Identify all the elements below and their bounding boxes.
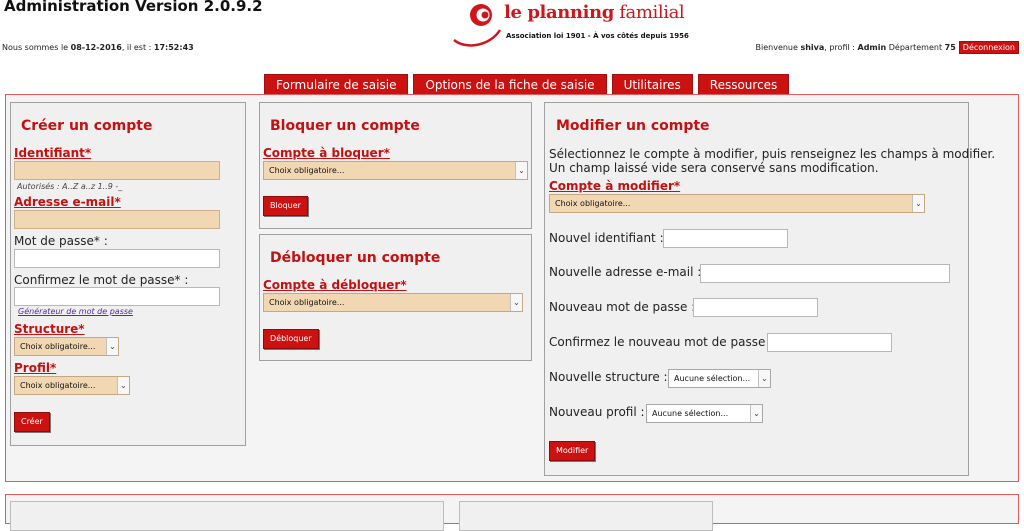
password-input[interactable]	[14, 249, 220, 268]
new-identifiant-input[interactable]	[663, 229, 788, 248]
block-account-select[interactable]: Choix obligatoire... ⌄	[263, 161, 528, 180]
structure-select[interactable]: Choix obligatoire... ⌄	[14, 337, 119, 356]
modify-account-title: Modifier un compte	[556, 118, 710, 134]
new-email-input[interactable]	[700, 264, 950, 283]
menu-formulaire-de-saisie[interactable]: Formulaire de saisie	[264, 74, 409, 94]
chevron-down-icon: ⌄	[510, 294, 522, 311]
chevron-down-icon: ⌄	[106, 338, 118, 355]
new-structure-label: Nouvelle structure :	[549, 370, 668, 384]
welcome-bar: Bienvenue shiva, profil : Admin Départem…	[756, 41, 1019, 54]
confirm-new-password-input[interactable]	[767, 333, 892, 352]
unblock-account-panel: Débloquer un compte Compte à débloquer* …	[259, 234, 532, 361]
create-button[interactable]: Créer	[14, 412, 50, 432]
new-password-label: Nouveau mot de passe :	[549, 300, 696, 314]
create-account-title: Créer un compte	[21, 118, 153, 134]
identifiant-input[interactable]	[14, 161, 220, 180]
new-structure-select[interactable]: Aucune sélection... ⌄	[668, 369, 771, 388]
new-email-label: Nouvelle adresse e-mail :	[549, 265, 702, 279]
new-identifiant-label: Nouvel identifiant :	[549, 231, 664, 245]
modify-instructions-line2: Un champ laissé vide sera conservé sans …	[549, 161, 879, 175]
modify-account-select[interactable]: Choix obligatoire... ⌄	[549, 194, 925, 213]
unblock-button[interactable]: Débloquer	[263, 329, 319, 349]
logo-tagline: Association loi 1901 - À vos côtés depui…	[506, 32, 689, 40]
confirm-password-input[interactable]	[14, 287, 220, 306]
planning-familial-logo: le planning familial Association loi 190…	[450, 0, 710, 48]
menu-ressources[interactable]: Ressources	[697, 74, 790, 94]
identifiant-hint: Autorisés : A..Z a..z 1..9 -_	[17, 182, 123, 191]
secondary-panel-left	[10, 501, 444, 531]
create-account-panel: Créer un compte Identifiant* Autorisés :…	[10, 102, 246, 446]
unblock-account-label: Compte à débloquer*	[263, 278, 407, 292]
current-datetime: Nous sommes le 08-12-2016, il est : 17:5…	[2, 43, 194, 52]
profile-select[interactable]: Choix obligatoire... ⌄	[14, 376, 130, 395]
app-title: Administration Version 2.0.9.2	[4, 0, 263, 15]
main-menu: Formulaire de saisie Options de la fiche…	[264, 74, 794, 94]
chevron-down-icon: ⌄	[750, 405, 762, 422]
unblock-account-title: Débloquer un compte	[270, 250, 441, 266]
identifiant-label: Identifiant*	[14, 146, 92, 160]
profile-label: Profil*	[14, 361, 57, 375]
structure-label: Structure*	[14, 322, 85, 336]
logo-wordmark: le planning familial	[504, 2, 685, 23]
block-account-label: Compte à bloquer*	[263, 146, 390, 160]
password-label: Mot de passe* :	[14, 234, 108, 248]
new-profile-select[interactable]: Aucune sélection... ⌄	[646, 404, 763, 423]
modify-account-panel: Modifier un compte Sélectionnez le compt…	[544, 102, 995, 476]
password-generator-link[interactable]: Générateur de mot de passe	[18, 307, 133, 316]
logo-swirl-icon	[453, 4, 502, 47]
chevron-down-icon: ⌄	[758, 370, 770, 387]
chevron-down-icon: ⌄	[912, 195, 924, 212]
modify-instructions-line1: Sélectionnez le compte à modifier, puis …	[549, 147, 996, 161]
new-profile-label: Nouveau profil :	[549, 405, 645, 419]
block-account-panel: Bloquer un compte Compte à bloquer* Choi…	[259, 102, 532, 229]
block-account-title: Bloquer un compte	[270, 118, 420, 134]
confirm-new-password-label: Confirmez le nouveau mot de passe :	[549, 335, 774, 349]
chevron-down-icon: ⌄	[117, 377, 129, 394]
modify-button[interactable]: Modifier	[549, 441, 596, 461]
unblock-account-select[interactable]: Choix obligatoire... ⌄	[263, 293, 523, 312]
menu-options-fiche-saisie[interactable]: Options de la fiche de saisie	[413, 74, 607, 94]
menu-utilitaires[interactable]: Utilitaires	[611, 74, 693, 94]
secondary-panel-right	[459, 501, 713, 531]
email-input[interactable]	[14, 210, 220, 229]
confirm-password-label: Confirmez le mot de passe* :	[14, 273, 189, 287]
block-button[interactable]: Bloquer	[263, 196, 308, 216]
modify-account-label: Compte à modifier*	[549, 179, 681, 193]
logout-button[interactable]: Déconnexion	[958, 41, 1019, 54]
new-password-input[interactable]	[693, 298, 818, 317]
email-label: Adresse e-mail*	[14, 195, 121, 209]
chevron-down-icon: ⌄	[515, 162, 527, 179]
